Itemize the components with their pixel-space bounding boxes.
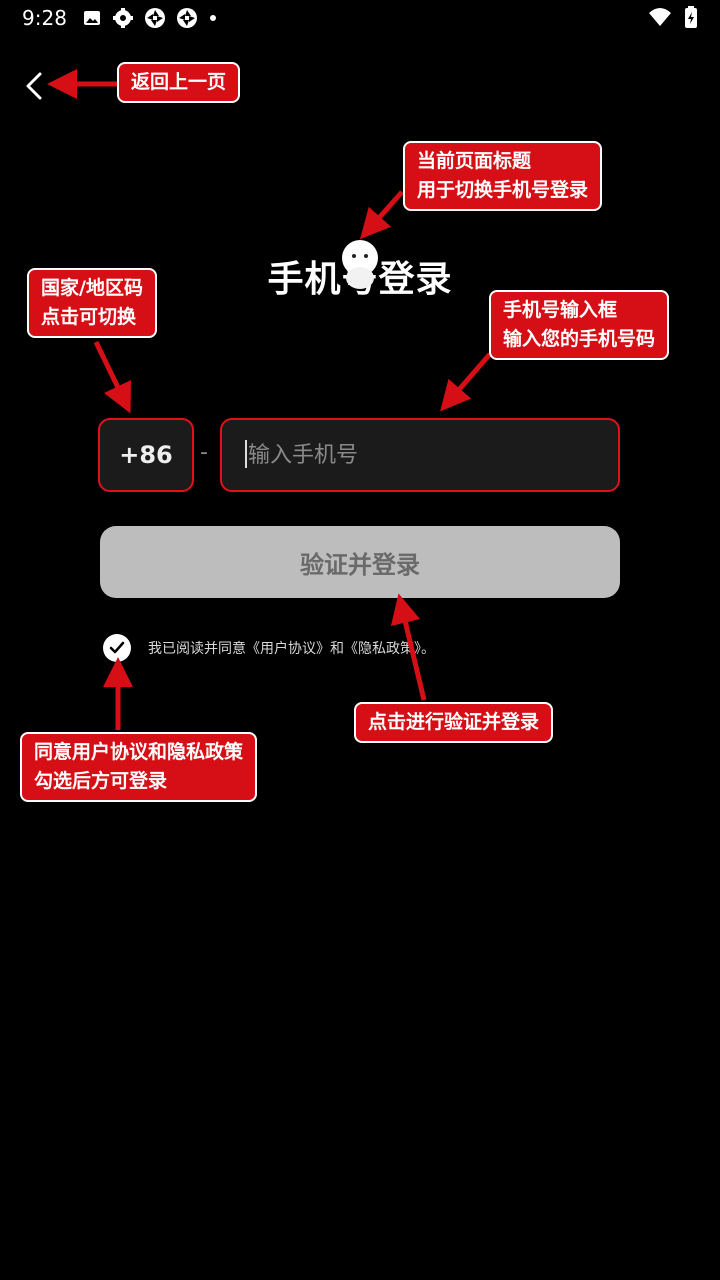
separator: -	[200, 440, 208, 465]
verify-login-button[interactable]: 验证并登录	[100, 526, 620, 598]
annotation-country-line2: 点击可切换	[41, 306, 137, 328]
annotation-agree-line2: 勾选后方可登录	[34, 770, 168, 792]
country-code-selector[interactable]: +86	[98, 418, 194, 492]
wifi-icon	[649, 8, 671, 26]
annotation-back: 返回上一页	[117, 62, 241, 103]
arrow-title	[360, 190, 404, 240]
dot-icon	[210, 15, 216, 21]
annotation-phone: 手机号输入框 输入您的手机号码	[489, 290, 670, 360]
agreement-checkbox[interactable]	[103, 634, 131, 662]
annotation-agree: 同意用户协议和隐私政策 勾选后方可登录	[20, 732, 258, 802]
agreement-suffix: 。	[421, 641, 435, 657]
annotation-submit: 点击进行验证并登录	[354, 702, 554, 743]
annotation-agree-line1: 同意用户协议和隐私政策	[34, 741, 244, 763]
agreement-prefix: 我已阅读并同意	[148, 641, 246, 657]
battery-icon	[685, 6, 697, 28]
agreement-text: 我已阅读并同意《用户协议》和《隐私政策》。	[148, 638, 435, 658]
image-icon	[84, 11, 100, 25]
app-icon	[145, 8, 165, 28]
annotation-country-line1: 国家/地区码	[41, 277, 143, 299]
gear-icon	[113, 8, 133, 28]
mascot-icon	[342, 240, 378, 289]
app-icon	[177, 8, 197, 28]
back-button[interactable]	[16, 66, 52, 106]
arrow-phone	[440, 352, 492, 412]
status-icons	[82, 7, 218, 29]
phone-field[interactable]	[220, 418, 620, 492]
agreement-and: 和	[330, 641, 344, 657]
status-time: 9:28	[22, 6, 67, 30]
annotation-title-line1: 当前页面标题	[417, 150, 532, 172]
phone-input[interactable]	[246, 441, 590, 469]
annotation-title-line2: 用于切换手机号登录	[417, 179, 589, 201]
privacy-policy-link[interactable]: 《隐私政策》	[344, 641, 421, 657]
chevron-left-icon	[26, 72, 42, 100]
annotation-country: 国家/地区码 点击可切换	[27, 268, 157, 338]
status-right	[648, 6, 698, 28]
text-caret	[245, 440, 247, 468]
annotation-title: 当前页面标题 用于切换手机号登录	[403, 141, 603, 211]
arrow-country	[93, 340, 131, 414]
annotation-phone-line1: 手机号输入框	[503, 299, 618, 321]
user-agreement-link[interactable]: 《用户协议》	[246, 641, 330, 657]
annotation-phone-line2: 输入您的手机号码	[503, 328, 656, 350]
checkmark-icon	[109, 641, 125, 654]
